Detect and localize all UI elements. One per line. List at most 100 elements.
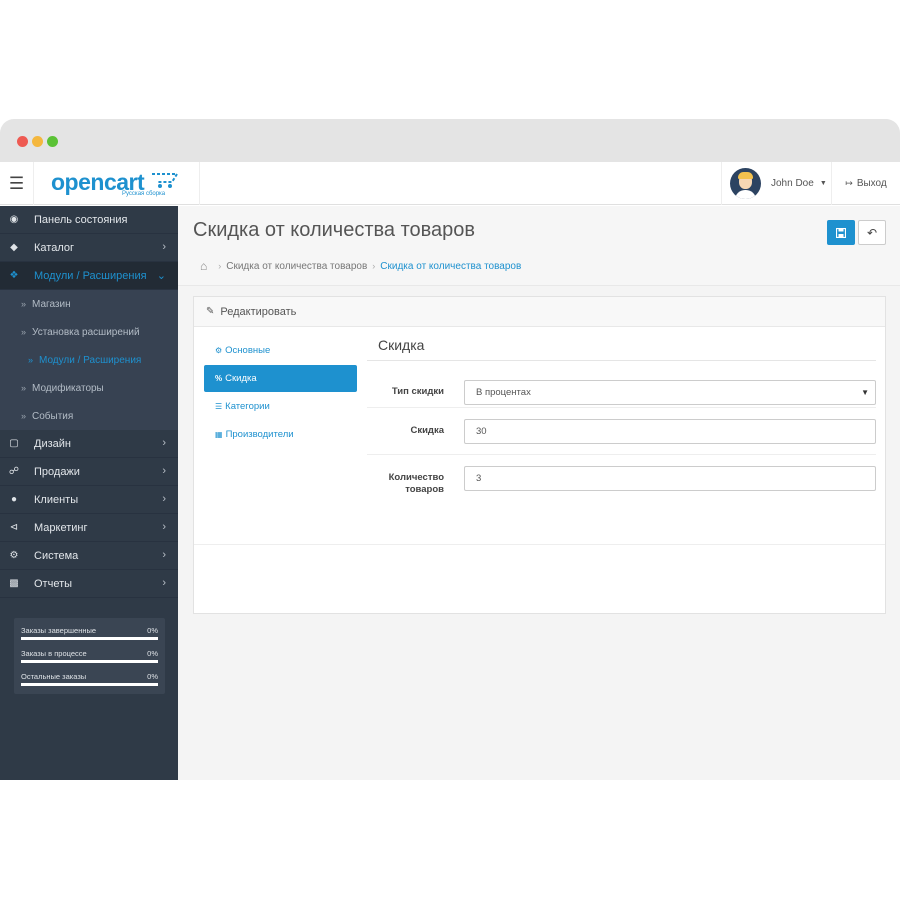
- sidebar-item-design[interactable]: ▢ Дизайн ›: [0, 430, 178, 458]
- sidebar-item-system[interactable]: ⚙ Система ›: [0, 542, 178, 570]
- breadcrumb-item[interactable]: Скидка от количества товаров: [226, 261, 367, 272]
- sidebar-item-catalog[interactable]: ◆ Каталог ›: [0, 234, 178, 262]
- tab-label: Производители: [225, 429, 294, 440]
- sidebar-item-reports[interactable]: ▩ Отчеты ›: [0, 570, 178, 598]
- back-button[interactable]: ↶: [858, 220, 886, 245]
- logo[interactable]: opencart Русская сборка: [34, 162, 200, 205]
- maximize-window-dot[interactable]: [47, 136, 58, 147]
- edit-panel: ✎ Редактировать ⚙ Основные % Скидка ☰ Ка…: [193, 296, 886, 614]
- list-icon: ☰: [215, 402, 223, 411]
- progress-bar: [21, 660, 158, 663]
- chevron-right-icon: ›: [162, 521, 166, 533]
- sidebar-item-label: Продажи: [34, 465, 80, 478]
- tab-manufacturers[interactable]: ▦ Производители: [204, 421, 357, 448]
- chevron-right-icon: ›: [162, 493, 166, 505]
- menu-toggle-icon[interactable]: ☰: [0, 162, 34, 205]
- chevron-right-icon: ›: [162, 437, 166, 449]
- submenu-label: Модификаторы: [32, 382, 104, 394]
- reply-icon: ↶: [866, 225, 878, 240]
- stat-label: Заказы в процессе: [21, 649, 87, 658]
- sidebar-item-label: Дизайн: [34, 437, 71, 450]
- tab-categories[interactable]: ☰ Категории: [204, 393, 357, 420]
- close-window-dot[interactable]: [17, 136, 28, 147]
- stat-label: Заказы завершенные: [21, 626, 97, 635]
- sidebar-item-sales[interactable]: ☍ Продажи ›: [0, 458, 178, 486]
- sidebar-item-extensions[interactable]: ❖ Модули / Расширения ⌄: [0, 262, 178, 290]
- top-header: ☰ opencart Русская сборка John Doe ▼ ↦ В…: [0, 162, 900, 205]
- tab-general[interactable]: ⚙ Основные: [204, 337, 357, 364]
- gear-icon: ⚙: [9, 550, 19, 561]
- extensions-submenu: » Магазин » Установка расширений » Модул…: [0, 290, 178, 430]
- submenu-item-modifications[interactable]: » Модификаторы: [0, 374, 178, 402]
- bar-chart-icon: ▩: [9, 578, 19, 589]
- progress-bar: [21, 637, 158, 640]
- user-menu[interactable]: John Doe ▼: [721, 162, 831, 205]
- quantity-input[interactable]: 3: [464, 466, 876, 491]
- submenu-item-events[interactable]: » События: [0, 402, 178, 430]
- home-icon[interactable]: ⌂: [200, 259, 207, 273]
- breadcrumb-item-current[interactable]: Скидка от количества товаров: [380, 261, 521, 272]
- submenu-label: Магазин: [32, 298, 71, 310]
- submenu-item-store[interactable]: » Магазин: [0, 290, 178, 318]
- logout-button[interactable]: ↦ Выход: [831, 162, 900, 205]
- puzzle-icon: ❖: [9, 270, 19, 281]
- dashboard-icon: ◉: [9, 214, 19, 225]
- main-content: Скидка от количества товаров ↶ ⌂ › Скидк…: [178, 206, 900, 780]
- tab-label: Основные: [225, 345, 271, 356]
- monitor-icon: ▢: [9, 438, 19, 449]
- sidebar: ◉ Панель состояния ◆ Каталог › ❖ Модули …: [0, 206, 178, 780]
- breadcrumb: ⌂ › Скидка от количества товаров › Скидк…: [200, 259, 521, 273]
- sidebar-item-label: Модули / Расширения: [34, 269, 147, 282]
- chevron-right-icon: ›: [162, 577, 166, 589]
- discount-label: Скидка: [410, 425, 444, 436]
- chevron-right-icon: ›: [162, 465, 166, 477]
- double-chevron-icon: »: [21, 383, 27, 393]
- chevron-right-icon: ›: [162, 549, 166, 561]
- minimize-window-dot[interactable]: [32, 136, 43, 147]
- user-icon: ●: [10, 494, 18, 505]
- submenu-item-extensions[interactable]: » Модули / Расширения: [0, 346, 178, 374]
- progress-bar: [21, 683, 158, 686]
- form-legend: Скидка: [367, 337, 876, 361]
- sidebar-item-marketing[interactable]: ⊲ Маркетинг ›: [0, 514, 178, 542]
- sidebar-item-label: Клиенты: [34, 493, 79, 506]
- logo-cart-icon: [152, 173, 179, 188]
- browser-titlebar: [0, 119, 900, 162]
- stat-label: Остальные заказы: [21, 672, 87, 681]
- sidebar-item-label: Каталог: [34, 241, 74, 254]
- submenu-item-installer[interactable]: » Установка расширений: [0, 318, 178, 346]
- browser-window: ☰ opencart Русская сборка John Doe ▼ ↦ В…: [0, 119, 900, 780]
- chevron-right-icon: ›: [162, 241, 166, 253]
- sidebar-item-dashboard[interactable]: ◉ Панель состояния: [0, 206, 178, 234]
- tab-list: ⚙ Основные % Скидка ☰ Категории ▦ Произв…: [204, 337, 357, 449]
- gear-icon: ⚙: [215, 346, 223, 355]
- order-stats-box: Заказы завершенные 0% Заказы в процессе …: [14, 618, 165, 694]
- sidebar-item-customers[interactable]: ● Клиенты ›: [0, 486, 178, 514]
- tab-discount[interactable]: % Скидка: [204, 365, 357, 392]
- stat-value: 0%: [147, 649, 158, 658]
- caret-down-icon: ▼: [819, 180, 827, 187]
- tab-label: Категории: [225, 401, 270, 412]
- pencil-icon: ✎: [206, 306, 215, 317]
- share-icon: ⊲: [9, 522, 19, 533]
- discount-type-select[interactable]: В процентах ▼: [464, 380, 876, 405]
- stat-value: 0%: [147, 672, 158, 681]
- discount-type-value: В процентах: [476, 387, 531, 398]
- discount-form: Скидка Тип скидки В процентах ▼ Скидка 3…: [367, 337, 876, 515]
- panel-heading-label: Редактировать: [220, 305, 297, 318]
- breadcrumb-separator: ›: [372, 261, 376, 271]
- stat-completed: Заказы завершенные 0%: [21, 624, 158, 647]
- logout-label: Выход: [856, 178, 887, 189]
- tab-label: Скидка: [225, 373, 257, 384]
- logo-subtitle: Русская сборка: [122, 191, 166, 197]
- double-chevron-icon: »: [28, 355, 34, 365]
- save-button[interactable]: [827, 220, 855, 245]
- floppy-icon: [836, 227, 846, 238]
- grid-icon: ▦: [215, 430, 223, 439]
- submenu-label: Модули / Расширения: [39, 354, 142, 366]
- percent-icon: %: [215, 374, 223, 383]
- stat-processing: Заказы в процессе 0%: [21, 647, 158, 670]
- sidebar-item-label: Отчеты: [34, 577, 73, 590]
- form-row-discount-type: Тип скидки В процентах ▼: [367, 361, 876, 408]
- discount-input[interactable]: 30: [464, 419, 876, 444]
